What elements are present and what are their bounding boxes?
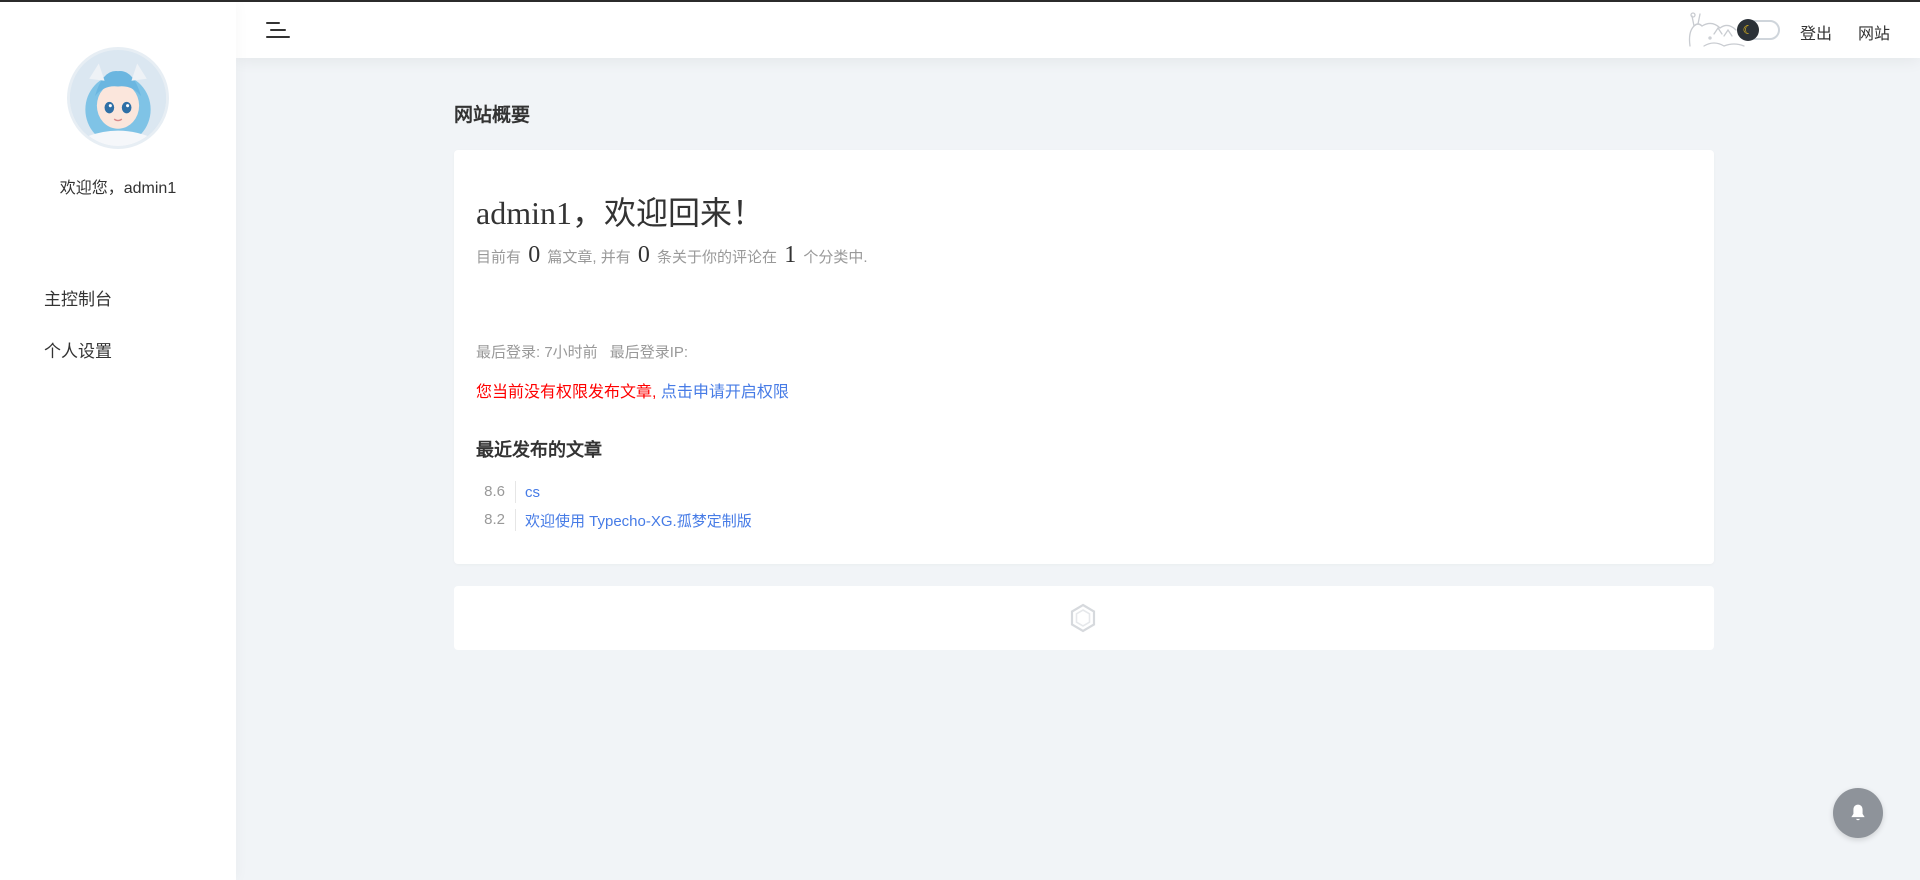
last-login-ip: 最后登录IP: [609, 344, 689, 361]
menu-toggle-icon[interactable] [266, 19, 290, 41]
site-link[interactable]: 网站 [1858, 20, 1890, 44]
sidebar-item-profile-settings[interactable]: 个人设置 [0, 326, 236, 378]
list-item: 8.2 欢迎使用 Typecho-XG.孤梦定制版 [476, 506, 752, 534]
top-header: ☾ 登出 网站 [236, 2, 1920, 58]
sidebar: 欢迎您，admin1 主控制台 个人设置 [0, 2, 236, 880]
post-link[interactable]: 欢迎使用 Typecho-XG.孤梦定制版 [516, 510, 752, 531]
loading-spinner-icon [1070, 603, 1096, 633]
categories-count: 1 [784, 242, 797, 268]
page-title: 网站概要 [454, 105, 531, 126]
stats-comments-text: 条关于你的评论在 [657, 249, 778, 266]
recent-posts-heading: 最近发布的文章 [476, 440, 602, 460]
recent-posts-list: 8.6 cs 8.2 欢迎使用 Typecho-XG.孤梦定制版 [476, 478, 752, 534]
stats-categories-text: 个分类中. [803, 249, 868, 266]
theme-toggle[interactable]: ☾ [1737, 19, 1780, 41]
bell-icon [1851, 804, 1865, 821]
sidebar-item-console[interactable]: 主控制台 [0, 274, 236, 326]
permission-notice: 您当前没有权限发布文章, 点击申请开启权限 [476, 378, 789, 402]
last-login-time: 最后登录: 7小时前 [476, 344, 598, 361]
greeting-heading: admin1，欢迎回来！ [476, 195, 764, 231]
window-top-border [0, 0, 1920, 2]
loading-card [454, 586, 1714, 650]
comments-count: 0 [637, 242, 650, 268]
last-login-info: 最后登录: 7小时前 最后登录IP: [476, 341, 688, 362]
post-date: 8.2 [476, 509, 516, 531]
welcome-user-text: 欢迎您，admin1 [59, 180, 177, 197]
avatar-image [70, 50, 166, 146]
posts-count: 0 [528, 242, 541, 268]
moon-icon: ☾ [1737, 19, 1759, 41]
list-item: 8.6 cs [476, 478, 752, 506]
post-date: 8.6 [476, 481, 516, 503]
overview-card: admin1，欢迎回来！ 目前有 0 篇文章, 并有 0 条关于你的评论在 1 … [454, 150, 1714, 564]
apply-permission-link[interactable]: 点击申请开启权限 [661, 384, 789, 401]
notification-button[interactable] [1833, 788, 1883, 838]
site-stats: 目前有 0 篇文章, 并有 0 条关于你的评论在 1 个分类中. [476, 242, 868, 269]
post-link[interactable]: cs [516, 484, 540, 501]
logout-link[interactable]: 登出 [1800, 20, 1832, 44]
stats-prefix: 目前有 [476, 249, 522, 266]
permission-warning: 您当前没有权限发布文章, [476, 384, 657, 401]
sidebar-nav: 主控制台 个人设置 [0, 274, 236, 378]
avatar[interactable] [67, 47, 169, 149]
stats-posts-text: 篇文章, 并有 [547, 249, 631, 266]
